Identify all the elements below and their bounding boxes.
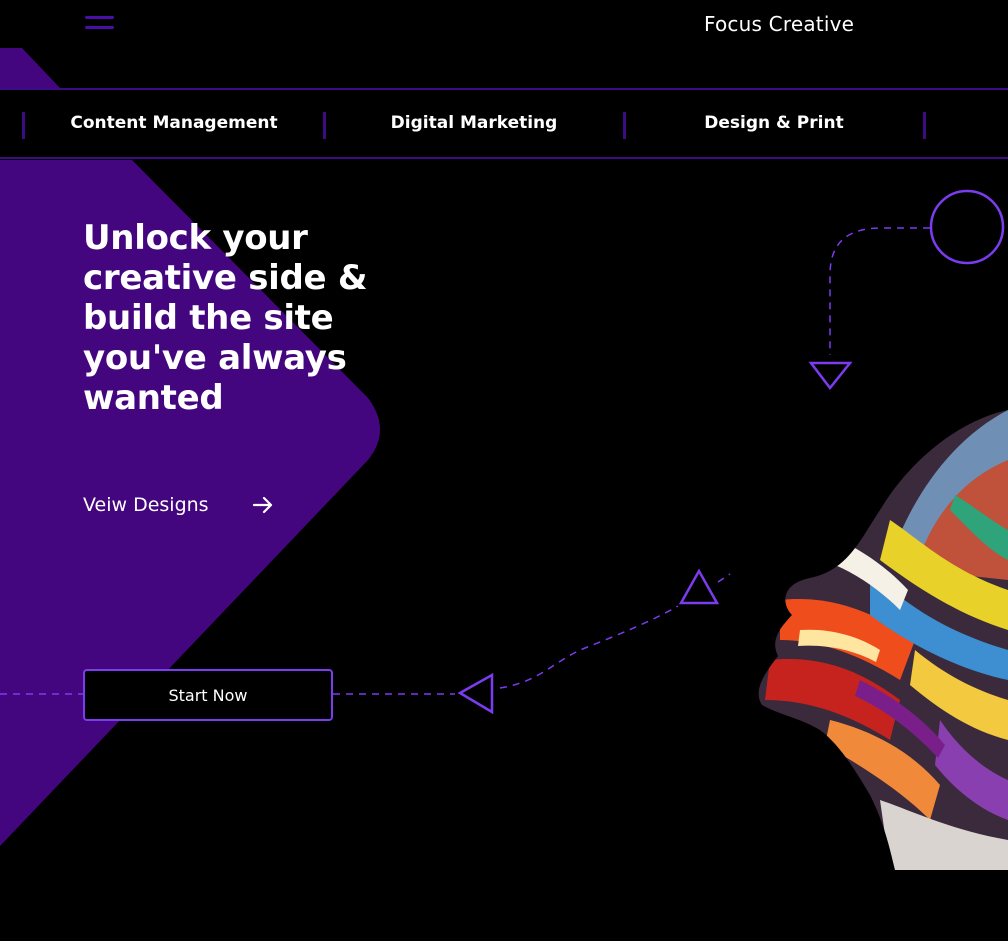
abstract-face-image bbox=[758, 410, 1008, 870]
triangle-up-icon bbox=[678, 568, 720, 605]
triangle-left-icon bbox=[457, 672, 494, 715]
corner-tab-shape bbox=[0, 48, 60, 88]
nav-separator bbox=[923, 112, 926, 139]
brand-name[interactable]: Focus Creative bbox=[704, 12, 854, 36]
view-designs-label: Veiw Designs bbox=[83, 494, 209, 516]
dashed-curve-upper bbox=[829, 227, 930, 355]
view-designs-link[interactable]: Veiw Designs bbox=[83, 490, 275, 520]
circle-outline-icon bbox=[929, 189, 1005, 265]
page: Focus Creative Content Management Digita… bbox=[0, 0, 1008, 941]
arrow-right-icon bbox=[252, 496, 272, 514]
service-nav: Content Management Digital Marketing Des… bbox=[0, 88, 1008, 159]
hero-title: Unlock your creative side & build the si… bbox=[83, 218, 368, 418]
nav-item-digital-marketing[interactable]: Digital Marketing bbox=[324, 90, 624, 157]
triangle-down-icon bbox=[808, 361, 853, 391]
nav-item-content-management[interactable]: Content Management bbox=[24, 90, 324, 157]
nav-item-design-print[interactable]: Design & Print bbox=[624, 90, 924, 157]
start-now-button[interactable]: Start Now bbox=[83, 669, 333, 721]
dashed-curve-lower bbox=[499, 605, 679, 689]
hamburger-menu-icon[interactable] bbox=[80, 10, 120, 38]
